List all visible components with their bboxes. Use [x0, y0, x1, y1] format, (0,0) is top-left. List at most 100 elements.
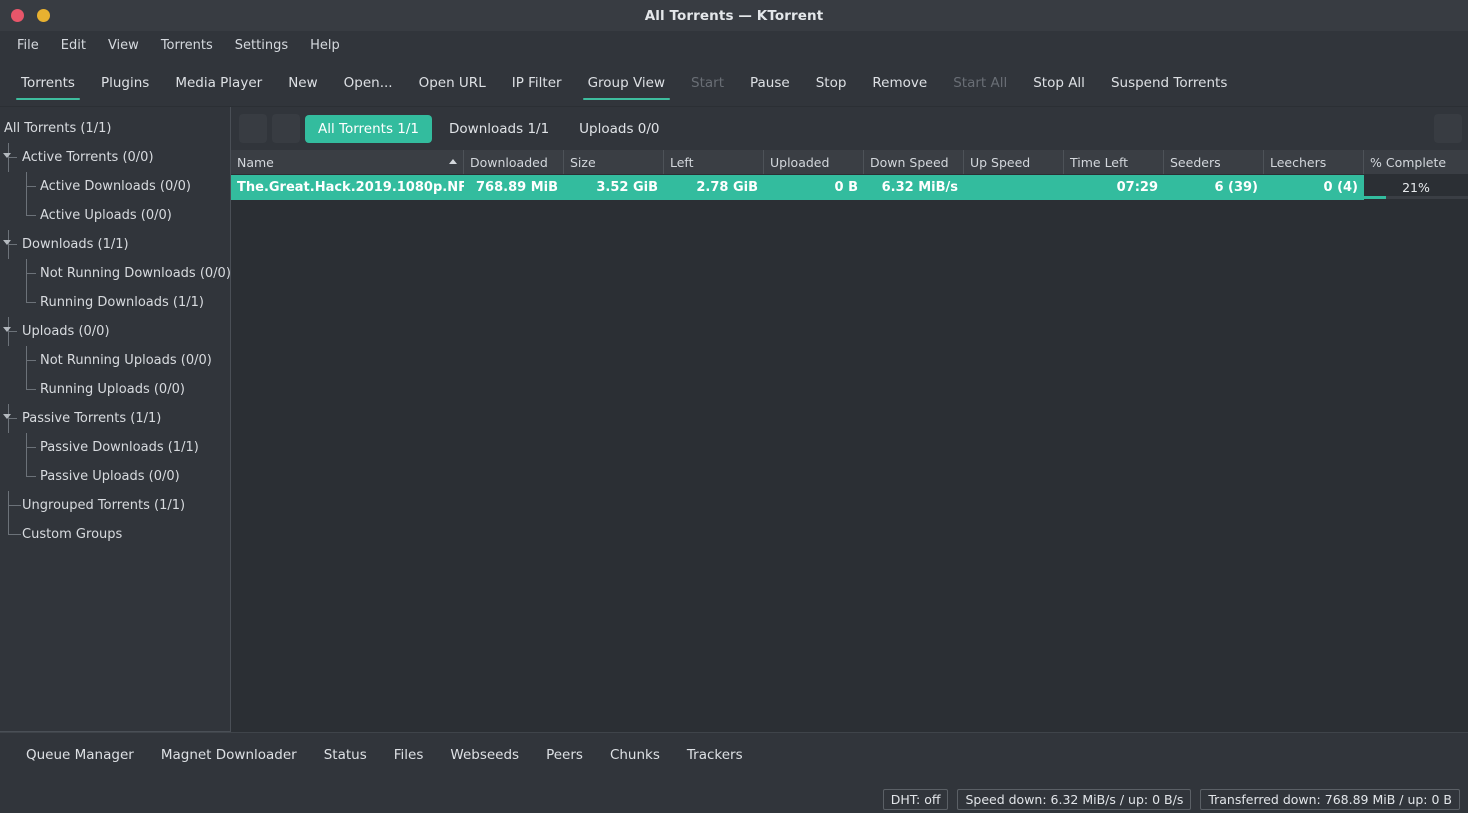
sidebar-item-running-downloads-1-1[interactable]: Running Downloads (1/1) [0, 288, 230, 317]
toolbar-button-torrents[interactable]: Torrents [8, 60, 88, 106]
sidebar-item-label: Not Running Uploads (0/0) [40, 353, 212, 368]
sidebar-item-label: Downloads (1/1) [22, 237, 129, 252]
scroll-right-button[interactable] [272, 114, 300, 143]
main-toolbar: Torrents Plugins Media Player New Open... Ope… [0, 60, 1468, 107]
toolbar-button-plugins[interactable]: Plugins [88, 60, 162, 106]
sidebar-item-active-torrents-0-0[interactable]: Active Torrents (0/0) [0, 143, 230, 172]
sidebar-item-not-running-uploads-0-0[interactable]: Not Running Uploads (0/0) [0, 346, 230, 375]
toolbar-button-ip-filter[interactable]: IP Filter [499, 60, 575, 106]
toolbar-button-remove[interactable]: Remove [859, 60, 940, 106]
progress-label: 21% [1402, 180, 1430, 195]
sidebar-item-passive-downloads-1-1[interactable]: Passive Downloads (1/1) [0, 433, 230, 462]
bottom-tab-webseeds[interactable]: Webseeds [438, 742, 531, 768]
toolbar-button-pause[interactable]: Pause [737, 60, 803, 106]
toolbar-button-media-player[interactable]: Media Player [162, 60, 275, 106]
bottom-tab-chunks[interactable]: Chunks [598, 742, 672, 768]
column-header-left[interactable]: Left [664, 150, 764, 174]
sidebar-item-not-running-downloads-0-0[interactable]: Not Running Downloads (0/0) [0, 259, 230, 288]
toolbar-button-label: Remove [872, 75, 928, 91]
column-header-leechers[interactable]: Leechers [1264, 150, 1364, 174]
column-header-time-left[interactable]: Time Left [1064, 150, 1164, 174]
column-header-label: Up Speed [970, 154, 1031, 170]
sidebar-item-active-uploads-0-0[interactable]: Active Uploads (0/0) [0, 201, 230, 230]
bottom-tab-magnet-downloader[interactable]: Magnet Downloader [149, 742, 309, 768]
menu-item-torrents[interactable]: Torrents [152, 35, 222, 56]
bottom-tab-files[interactable]: Files [382, 742, 436, 768]
table-header-row: Name Downloaded Size Left Uploaded Down Speed… [231, 150, 1468, 175]
bottom-tab-trackers[interactable]: Trackers [675, 742, 755, 768]
scroll-left-button[interactable] [239, 114, 267, 143]
sidebar-item-label: Passive Downloads (1/1) [40, 440, 199, 455]
expander-triangle-icon[interactable] [3, 327, 11, 332]
window-controls [0, 9, 50, 22]
tree-connector [0, 317, 22, 346]
toolbar-button-label: Start [691, 75, 724, 91]
tree-connector [0, 259, 40, 288]
column-header-name[interactable]: Name [231, 150, 464, 174]
menu-item-view[interactable]: View [99, 35, 148, 56]
cell-text: 0 B [834, 180, 858, 195]
column-header-downloaded[interactable]: Downloaded [464, 150, 564, 174]
cell-time-left: 07:29 [1064, 175, 1164, 200]
tree-connector [0, 404, 22, 433]
column-header-uploaded[interactable]: Uploaded [764, 150, 864, 174]
menu-item-help[interactable]: Help [301, 35, 349, 56]
column-header-label: Time Left [1070, 154, 1129, 170]
sidebar-item-passive-torrents-1-1[interactable]: Passive Torrents (1/1) [0, 404, 230, 433]
sort-ascending-icon [449, 159, 457, 164]
column-header-label: Size [570, 154, 596, 170]
bottom-tab-peers[interactable]: Peers [534, 742, 595, 768]
table-row[interactable]: The.Great.Hack.2019.1080p.NF.WEB-… 768.89… [231, 175, 1468, 200]
cell-name: The.Great.Hack.2019.1080p.NF.WEB-… [231, 175, 464, 200]
cell-seeders: 6 (39) [1164, 175, 1264, 200]
menu-item-settings[interactable]: Settings [226, 35, 297, 56]
sidebar-item-passive-uploads-0-0[interactable]: Passive Uploads (0/0) [0, 462, 230, 491]
sidebar-item-label: Passive Torrents (1/1) [22, 411, 162, 426]
sidebar-item-active-downloads-0-0[interactable]: Active Downloads (0/0) [0, 172, 230, 201]
toolbar-button-label: Stop [815, 75, 847, 91]
toolbar-button-suspend-torrents[interactable]: Suspend Torrents [1098, 60, 1240, 106]
menu-item-file[interactable]: File [8, 35, 48, 56]
progress-bar-fill [1364, 196, 1386, 199]
tab-list-button[interactable] [1434, 114, 1462, 143]
cell-down-speed: 6.32 MiB/s [864, 175, 964, 200]
expander-triangle-icon[interactable] [3, 153, 11, 158]
toolbar-button-label: Open... [343, 75, 393, 91]
sidebar-item-all-torrents-1-1[interactable]: All Torrents (1/1) [0, 114, 230, 143]
cell-size: 3.52 GiB [564, 175, 664, 200]
bottom-tab-bar: Queue Manager Magnet Downloader Status File… [0, 733, 1468, 776]
bottom-tab-queue-manager[interactable]: Queue Manager [14, 742, 146, 768]
sidebar-item-running-uploads-0-0[interactable]: Running Uploads (0/0) [0, 375, 230, 404]
expander-triangle-icon[interactable] [3, 240, 11, 245]
close-button[interactable] [11, 9, 24, 22]
group-tree-sidebar[interactable]: All Torrents (1/1) Active Torrents (0/0) A… [0, 107, 231, 732]
toolbar-button-stop-all[interactable]: Stop All [1020, 60, 1098, 106]
toolbar-button-group-view[interactable]: Group View [575, 60, 678, 106]
cell-text: The.Great.Hack.2019.1080p.NF.WEB-… [237, 180, 464, 195]
sidebar-item-ungrouped-torrents-1-1[interactable]: Ungrouped Torrents (1/1) [0, 491, 230, 520]
sidebar-item-custom-groups[interactable]: Custom Groups [0, 520, 230, 549]
column-header-complete[interactable]: % Complete [1364, 150, 1468, 174]
column-header-seeders[interactable]: Seeders [1164, 150, 1264, 174]
sidebar-item-uploads-0-0[interactable]: Uploads (0/0) [0, 317, 230, 346]
menu-item-edit[interactable]: Edit [52, 35, 95, 56]
column-header-up-speed[interactable]: Up Speed [964, 150, 1064, 174]
toolbar-button-new[interactable]: New [275, 60, 330, 106]
minimize-button[interactable] [37, 9, 50, 22]
tree-connector [0, 143, 22, 172]
bottom-tab-status[interactable]: Status [312, 742, 379, 768]
sidebar-item-label: Ungrouped Torrents (1/1) [22, 498, 186, 513]
view-tab-downloads-1-1[interactable]: Downloads 1/1 [436, 115, 562, 143]
toolbar-button-open-url[interactable]: Open URL [406, 60, 499, 106]
column-header-size[interactable]: Size [564, 150, 664, 174]
sidebar-item-downloads-1-1[interactable]: Downloads (1/1) [0, 230, 230, 259]
cell-leechers: 0 (4) [1264, 175, 1364, 200]
column-header-label: Leechers [1270, 154, 1327, 170]
view-tab-all-torrents-1-1[interactable]: All Torrents 1/1 [305, 114, 433, 143]
expander-triangle-icon[interactable] [3, 414, 11, 419]
toolbar-button-open[interactable]: Open... [331, 60, 406, 106]
view-tab-uploads-0-0[interactable]: Uploads 0/0 [566, 115, 672, 143]
column-header-down-speed[interactable]: Down Speed [864, 150, 964, 174]
sidebar-item-label: Active Torrents (0/0) [22, 150, 154, 165]
toolbar-button-stop[interactable]: Stop [803, 60, 860, 106]
